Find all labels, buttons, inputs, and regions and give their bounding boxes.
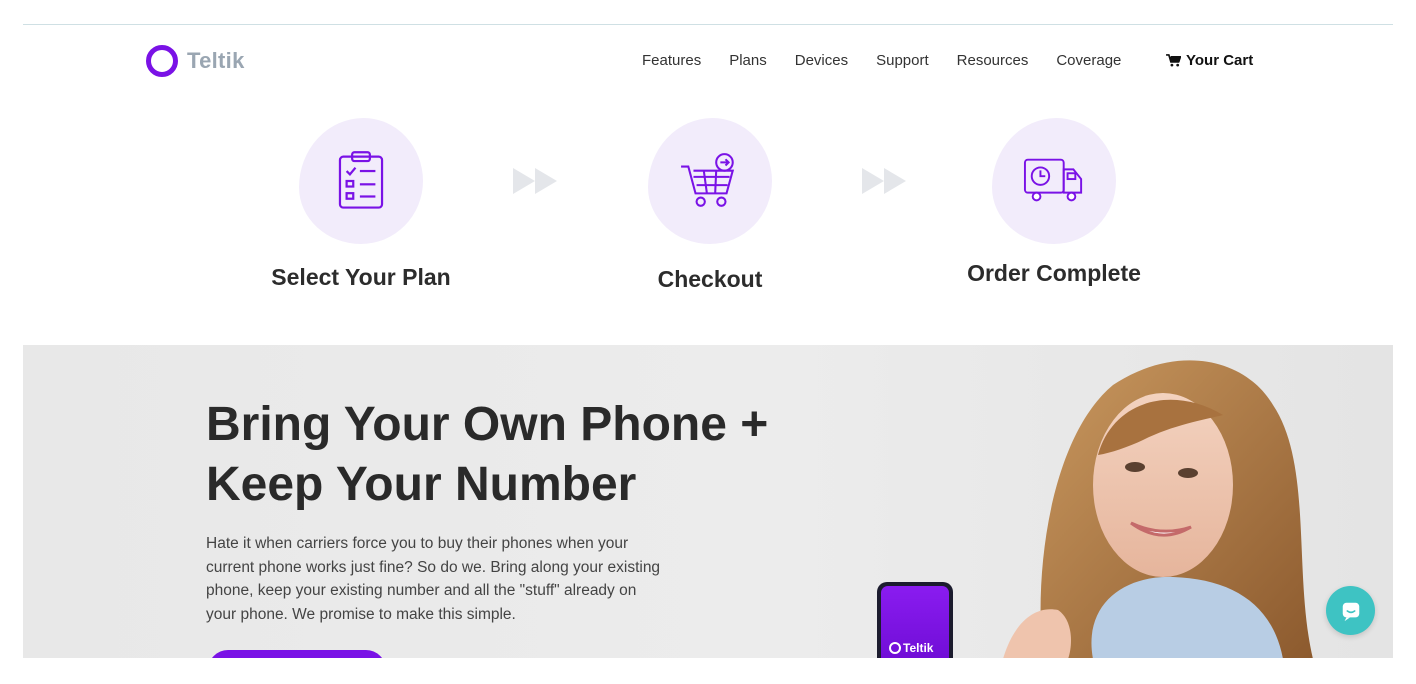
main-nav: Features Plans Devices Support Resources… <box>642 52 1149 69</box>
logo[interactable]: Teltik <box>146 45 245 77</box>
step-label: Order Complete <box>967 260 1141 286</box>
step-blob <box>299 118 423 244</box>
cart-label: Your Cart <box>1186 52 1254 69</box>
hero-description: Hate it when carriers force you to buy t… <box>206 535 661 623</box>
hero-title: Bring Your Own Phone + Keep Your Number <box>206 395 826 515</box>
hero-title-line1: Bring Your Own Phone + <box>206 398 769 451</box>
delivery-truck-icon <box>1023 158 1083 202</box>
phone-mockup: Teltik <box>877 582 953 658</box>
logo-text: Teltik <box>187 48 245 73</box>
page-frame: Teltik Features Plans Devices Support Re… <box>23 24 1393 658</box>
nav-resources[interactable]: Resources <box>957 52 1029 69</box>
step-label: Checkout <box>657 266 763 292</box>
chat-icon <box>1342 602 1359 621</box>
shopping-cart-icon <box>681 153 735 207</box>
step-label: Select Your Plan <box>271 264 451 290</box>
cart-link[interactable]: Your Cart <box>1166 52 1253 69</box>
nav-coverage[interactable]: Coverage <box>1056 52 1121 69</box>
chat-launcher-button[interactable] <box>1326 586 1375 635</box>
phone-brand-text: Teltik <box>903 641 934 655</box>
step-checkout: Checkout <box>612 118 808 293</box>
step-blob <box>992 118 1116 244</box>
nav-support[interactable]: Support <box>876 52 929 69</box>
logo-ring-icon <box>146 45 178 77</box>
hero-title-line2: Keep Your Number <box>206 458 637 511</box>
nav-devices[interactable]: Devices <box>795 52 848 69</box>
phone-screen: Teltik <box>881 586 949 658</box>
phone-brand: Teltik <box>889 641 933 655</box>
cart-icon <box>1166 54 1181 67</box>
hero-cta-button[interactable] <box>208 650 386 658</box>
step-blob <box>648 118 772 244</box>
nav-features[interactable]: Features <box>642 52 701 69</box>
clipboard-checklist-icon <box>338 151 384 209</box>
step-select-plan: Select Your Plan <box>263 118 459 291</box>
logo-ring-icon <box>889 642 901 654</box>
step-arrows-icon <box>513 168 557 194</box>
step-order-complete: Order Complete <box>956 118 1152 287</box>
step-arrows-icon <box>862 168 906 194</box>
hero-banner: Bring Your Own Phone + Keep Your Number … <box>23 345 1393 658</box>
nav-plans[interactable]: Plans <box>729 52 767 69</box>
